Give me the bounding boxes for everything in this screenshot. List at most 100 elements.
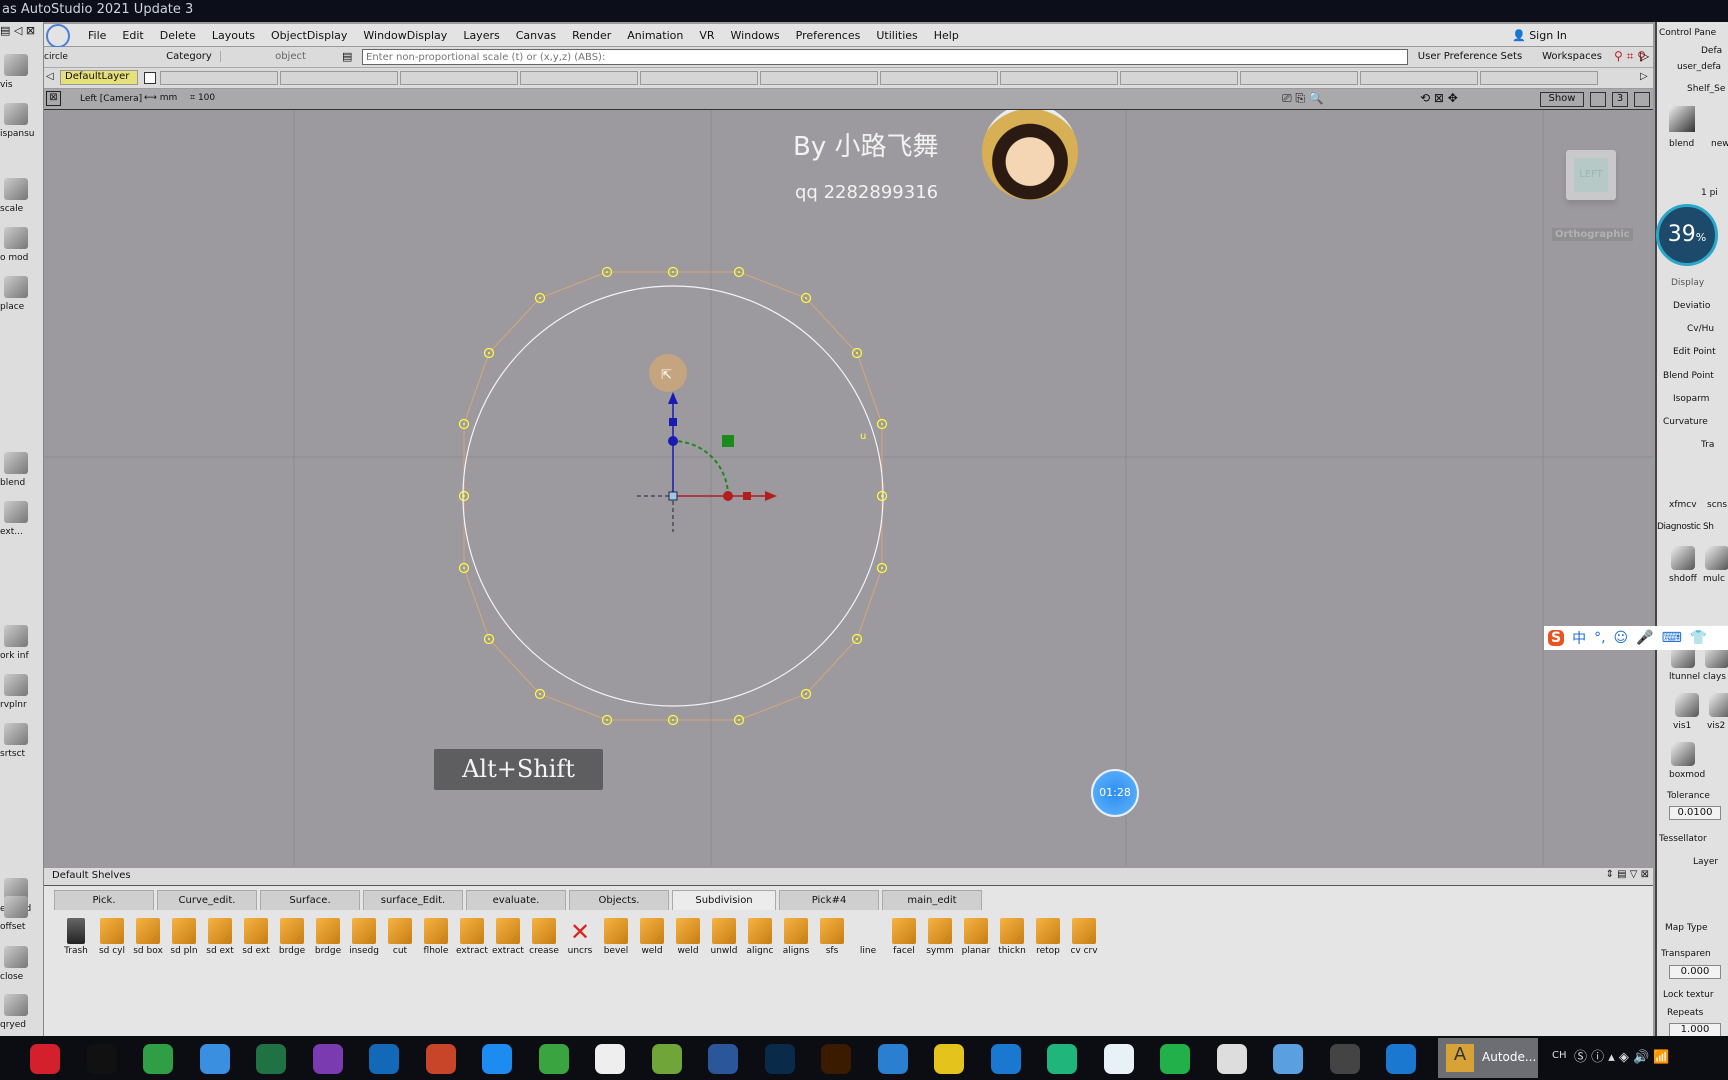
tray-language[interactable]: CH: [1552, 1050, 1567, 1061]
shelf-tab-evaluate[interactable]: evaluate.: [466, 890, 566, 910]
diag-mulc-icon[interactable]: [1705, 546, 1728, 570]
shelf-item-extract[interactable]: extract: [490, 918, 526, 956]
taskbar-netease-music-icon[interactable]: [30, 1044, 60, 1074]
shelf-item-unwld[interactable]: unwld: [706, 918, 742, 956]
shelf-item-sd-pln[interactable]: sd pln: [166, 918, 202, 956]
layer-slot[interactable]: [880, 71, 998, 85]
shelf-item-cut[interactable]: cut: [382, 918, 418, 956]
display-section-toggle[interactable]: Display: [1671, 278, 1704, 288]
palette-tool-icon[interactable]: [4, 54, 28, 76]
shelf-item-scns[interactable]: scns: [1707, 500, 1727, 510]
layer-slot[interactable]: [160, 71, 278, 85]
taskbar-chrome-icon[interactable]: [143, 1044, 173, 1074]
workspaces-button[interactable]: Workspaces: [1534, 51, 1610, 62]
shelf-item-brdge[interactable]: brdge: [274, 918, 310, 956]
shelf-item-sfs[interactable]: sfs: [814, 918, 850, 956]
maximize-view-icon[interactable]: [1634, 92, 1650, 107]
shelf-tab-curveedit[interactable]: Curve_edit.: [157, 890, 257, 910]
shelf-item-line[interactable]: line: [850, 918, 886, 956]
display-toggle-4[interactable]: Isoparm: [1673, 394, 1709, 404]
diag-shdoff-icon[interactable]: [1671, 546, 1695, 570]
skin-icon[interactable]: 👕: [1690, 630, 1707, 646]
user-preset-field[interactable]: user_defa: [1677, 62, 1721, 72]
shelf-item-weld[interactable]: weld: [670, 918, 706, 956]
shelf-window-controls[interactable]: ⇕ ▤ ▽ ⊠: [1606, 869, 1649, 880]
taskbar-powerpoint-icon[interactable]: [425, 1044, 456, 1074]
display-toggle-2[interactable]: Edit Point: [1673, 347, 1716, 357]
viewport-canvas[interactable]: u⇱: [44, 110, 1653, 866]
shelf-item-crease[interactable]: crease: [526, 918, 562, 956]
menu-render[interactable]: Render: [564, 29, 619, 42]
taskbar-rhino-icon[interactable]: [1216, 1044, 1247, 1074]
display-toggle-0[interactable]: Deviatio: [1673, 301, 1710, 311]
taskbar-youku-icon[interactable]: [1103, 1044, 1134, 1074]
prompt-input[interactable]: [362, 49, 1408, 65]
diag-vis1[interactable]: vis1: [1673, 721, 1691, 731]
layer-slot[interactable]: [1480, 71, 1598, 85]
shelf-item-xfmcv[interactable]: xfmcv: [1669, 500, 1697, 510]
taskbar-sogou-icon[interactable]: [199, 1044, 230, 1074]
diag-vis2[interactable]: vis2: [1707, 721, 1725, 731]
palette-tool-icon[interactable]: [4, 625, 28, 647]
palette-tool-icon[interactable]: [4, 276, 28, 298]
diag-boxmod[interactable]: boxmod: [1669, 770, 1705, 780]
shelf-tab-surface[interactable]: Surface.: [260, 890, 360, 910]
taskbar-dingtalk-icon[interactable]: [482, 1044, 512, 1074]
taskbar-music-icon[interactable]: [934, 1044, 964, 1074]
tray-icons[interactable]: Ⓢ ⓘ ▴ ◈ 🔊 📶: [1574, 1046, 1670, 1065]
repeats-input[interactable]: 1.000: [1669, 1023, 1721, 1036]
scroll-right-icon[interactable]: ▷: [1640, 71, 1648, 82]
close-view-icon[interactable]: ⊠: [46, 91, 61, 106]
menu-preferences[interactable]: Preferences: [788, 29, 869, 42]
menu-animation[interactable]: Animation: [619, 29, 691, 42]
layer-slot[interactable]: [1000, 71, 1118, 85]
shelf-tab-objects[interactable]: Objects.: [569, 890, 669, 910]
layer-visibility-checkbox[interactable]: [144, 72, 156, 84]
display-toggle-5[interactable]: Curvature: [1663, 417, 1708, 427]
diag-vis1-icon[interactable]: [1675, 693, 1699, 717]
menu-layouts[interactable]: Layouts: [204, 29, 263, 42]
scroll-left-icon[interactable]: ◁: [46, 71, 54, 82]
shelf-item-brdge[interactable]: brdge: [310, 918, 346, 956]
blend-tool-icon[interactable]: [1669, 106, 1695, 132]
taskbar-outlook-icon[interactable]: [369, 1044, 399, 1074]
shelf-item-extract[interactable]: extract: [454, 918, 490, 956]
shelf-item-sd-cyl[interactable]: sd cyl: [94, 918, 130, 956]
diag-ltunnel[interactable]: ltunnel: [1669, 672, 1700, 682]
view-layout-button[interactable]: 3: [1612, 92, 1628, 107]
ime-lang-toggle[interactable]: 中: [1572, 628, 1586, 648]
palette-tool-icon[interactable]: [4, 896, 28, 918]
taskbar-qq-icon[interactable]: [86, 1044, 117, 1074]
shelf-tab-subdivision[interactable]: Subdivision: [672, 890, 776, 910]
modeling-viewport[interactable]: u ⇱ By 小路飞舞 qq 2282899316 LEFT Orthograph…: [44, 110, 1653, 866]
palette-tool-icon[interactable]: [4, 994, 28, 1016]
taskbar-app3-icon[interactable]: [1273, 1044, 1303, 1074]
ruler-icon[interactable]: [1590, 92, 1606, 107]
layer-slot[interactable]: [1360, 71, 1478, 85]
taskbar-video-icon[interactable]: [1047, 1044, 1077, 1074]
menu-help[interactable]: Help: [926, 29, 967, 42]
transparency-input[interactable]: 0.000: [1669, 965, 1721, 979]
camera-tools-icons[interactable]: ⎚ ⎘ 🔍: [1282, 91, 1324, 106]
menu-objectdisplay[interactable]: ObjectDisplay: [263, 29, 355, 42]
taskbar-aliwangwang-icon[interactable]: [651, 1044, 682, 1074]
menu-edit[interactable]: Edit: [114, 29, 151, 42]
shelf-item-symm[interactable]: symm: [922, 918, 958, 956]
cpu-usage-widget[interactable]: 39%: [1656, 204, 1718, 266]
recording-timer[interactable]: 01:28: [1091, 769, 1139, 817]
shelf-set-field[interactable]: Shelf_Se: [1687, 84, 1725, 94]
diag-boxmod-icon[interactable]: [1671, 742, 1695, 766]
emoji-icon[interactable]: ☺: [1614, 630, 1629, 646]
taskbar-app4-icon[interactable]: [1329, 1044, 1360, 1074]
ime-toolbar[interactable]: S 中 °, ☺ 🎤 ⌨ 👕: [1544, 626, 1728, 650]
taskbar-word-icon[interactable]: [708, 1044, 738, 1074]
taskbar-onenote-icon[interactable]: [312, 1044, 343, 1074]
display-toggle-1[interactable]: Cv/Hu: [1687, 324, 1714, 334]
layer-slot[interactable]: [1120, 71, 1238, 85]
palette-tool-icon[interactable]: [4, 178, 28, 200]
tolerance-input[interactable]: 0.0100: [1669, 806, 1721, 820]
sign-in-button[interactable]: 👤 Sign In: [1512, 29, 1567, 42]
shelf-item-planar[interactable]: planar: [958, 918, 994, 956]
menu-windowdisplay[interactable]: WindowDisplay: [355, 29, 455, 42]
shelf-item-new[interactable]: new: [1711, 139, 1728, 149]
